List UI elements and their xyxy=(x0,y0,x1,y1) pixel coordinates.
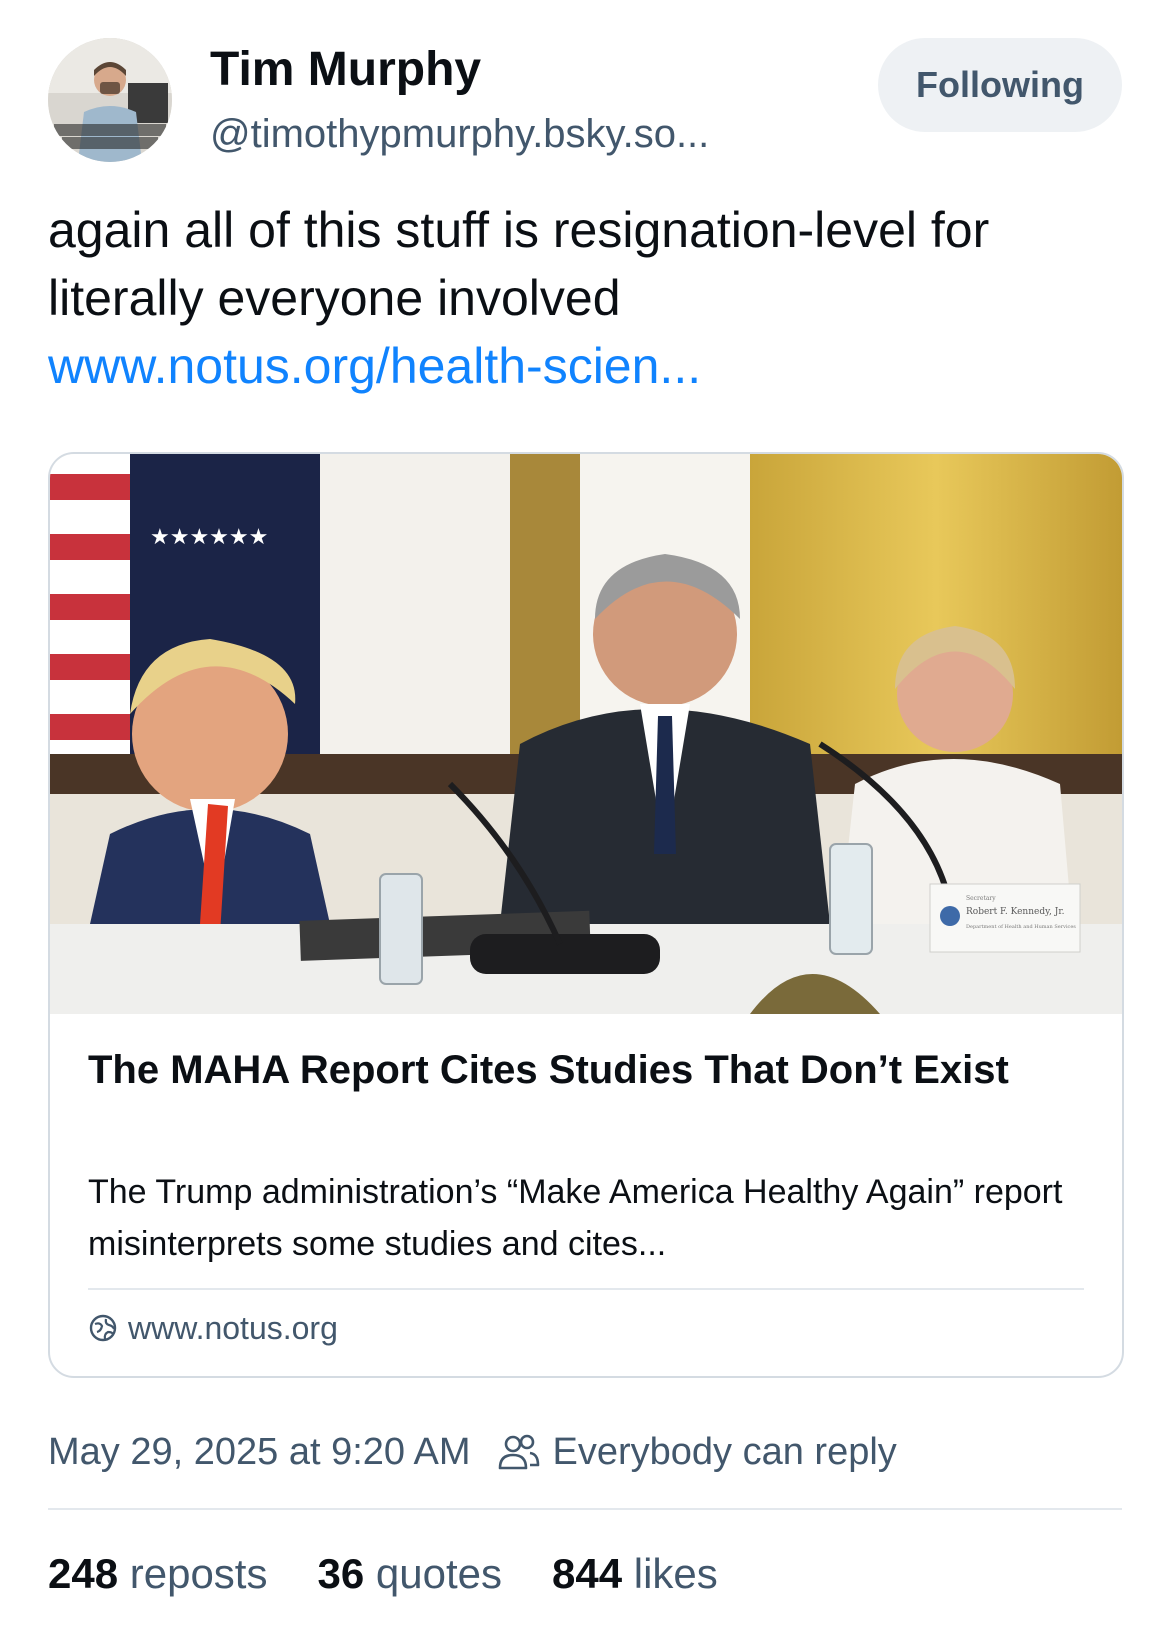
likes-stat[interactable]: 844 likes xyxy=(552,1550,718,1598)
quotes-count: 36 xyxy=(317,1550,365,1597)
post-header: Tim Murphy @timothypmurphy.bsky.so... Fo… xyxy=(48,38,1122,162)
reposts-count: 248 xyxy=(48,1550,119,1597)
people-icon xyxy=(498,1434,539,1470)
avatar-photo xyxy=(48,38,172,162)
following-button[interactable]: Following xyxy=(878,38,1122,132)
author-avatar[interactable] xyxy=(48,38,172,162)
post-timestamp: May 29, 2025 at 9:20 AM xyxy=(48,1430,471,1473)
card-photo: ★★★★★★ Secretary Robert F. Kennedy, Jr. … xyxy=(50,454,1122,1014)
link-card-divider xyxy=(88,1288,1084,1290)
stats-divider xyxy=(48,1508,1122,1510)
placard-name: Robert F. Kennedy, Jr. xyxy=(966,907,1065,917)
reply-setting-label: Everybody can reply xyxy=(552,1430,897,1473)
globe-icon xyxy=(89,1314,117,1342)
placard-title: Secretary xyxy=(966,895,996,902)
likes-count: 844 xyxy=(551,1550,623,1597)
post-text: again all of this stuff is resignation-l… xyxy=(48,202,990,326)
quotes-stat[interactable]: 36 quotes xyxy=(317,1550,502,1598)
link-card-domain-row: www.notus.org xyxy=(88,1308,338,1348)
placard-dept: Department of Health and Human Services xyxy=(966,924,1076,930)
post-link[interactable]: www.notus.org/health-scien... xyxy=(48,332,1128,400)
post-body: again all of this stuff is resignation-l… xyxy=(48,196,1128,400)
link-card-domain: www.notus.org xyxy=(128,1309,338,1346)
reposts-label: reposts xyxy=(129,1550,268,1597)
link-card-description: The Trump administration’s “Make America… xyxy=(88,1173,1063,1263)
quotes-label: quotes xyxy=(375,1550,502,1597)
post-stats: 248 reposts 36 quotes 844 likes xyxy=(48,1546,768,1602)
link-preview-card[interactable]: ★★★★★★ Secretary Robert F. Kennedy, Jr. … xyxy=(48,452,1124,1378)
likes-label: likes xyxy=(633,1550,718,1597)
author-handle[interactable]: @timothypmurphy.bsky.so... xyxy=(210,112,709,157)
svg-text:★★★★★★: ★★★★★★ xyxy=(150,525,268,550)
author-name[interactable]: Tim Murphy xyxy=(210,42,481,97)
reply-setting: Everybody can reply xyxy=(497,1431,897,1474)
link-card-title: The MAHA Report Cites Studies That Don’t… xyxy=(88,1048,1009,1092)
reposts-stat[interactable]: 248 reposts xyxy=(48,1550,267,1598)
post-meta: May 29, 2025 at 9:20 AM Everybody can re… xyxy=(48,1424,897,1480)
link-card-image: ★★★★★★ Secretary Robert F. Kennedy, Jr. … xyxy=(50,454,1122,1014)
